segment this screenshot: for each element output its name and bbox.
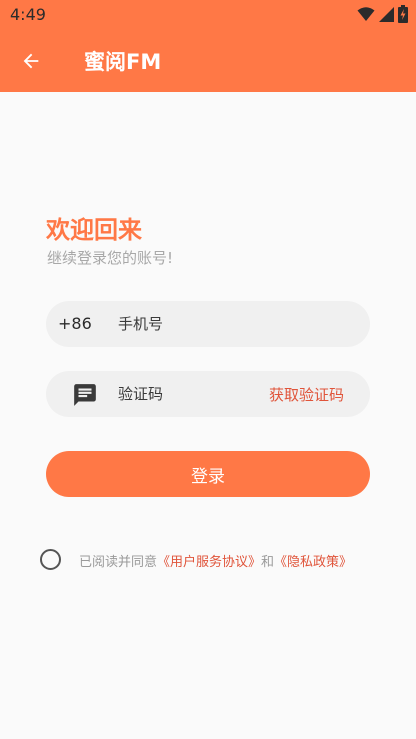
agreement-prefix: 已阅读并同意 [79,555,158,570]
agreement-radio[interactable] [40,549,61,570]
agreement-and: 和 [261,555,275,570]
welcome-heading: 欢迎回来 [46,216,142,244]
get-code-button[interactable]: 获取验证码 [269,384,344,405]
battery-charging-icon [398,5,408,23]
verification-code-input[interactable] [118,379,268,409]
verification-code-field[interactable]: 获取验证码 [46,371,370,417]
user-agreement-link[interactable]: 《用户服务协议》 [157,555,261,570]
cellular-signal-icon [379,6,394,22]
app-bar: 4:49 蜜阅FM [0,0,416,92]
agreement-text: 已阅读并同意《用户服务协议》和《隐私政策》 [79,551,352,570]
privacy-policy-link[interactable]: 《隐私政策》 [274,555,352,570]
arrow-left-icon [23,53,39,69]
phone-field[interactable]: +86 [46,301,370,347]
wifi-icon [357,7,375,21]
status-time: 4:49 [10,5,46,24]
welcome-subtitle: 继续登录您的账号! [47,249,174,267]
login-button[interactable]: 登录 [46,451,370,497]
app-title: 蜜阅FM [84,50,162,74]
phone-input[interactable] [118,309,268,339]
back-button[interactable] [14,44,48,78]
system-icons [357,5,408,23]
message-icon [74,384,96,406]
country-code-prefix[interactable]: +86 [58,314,92,333]
status-bar: 4:49 [0,0,416,30]
